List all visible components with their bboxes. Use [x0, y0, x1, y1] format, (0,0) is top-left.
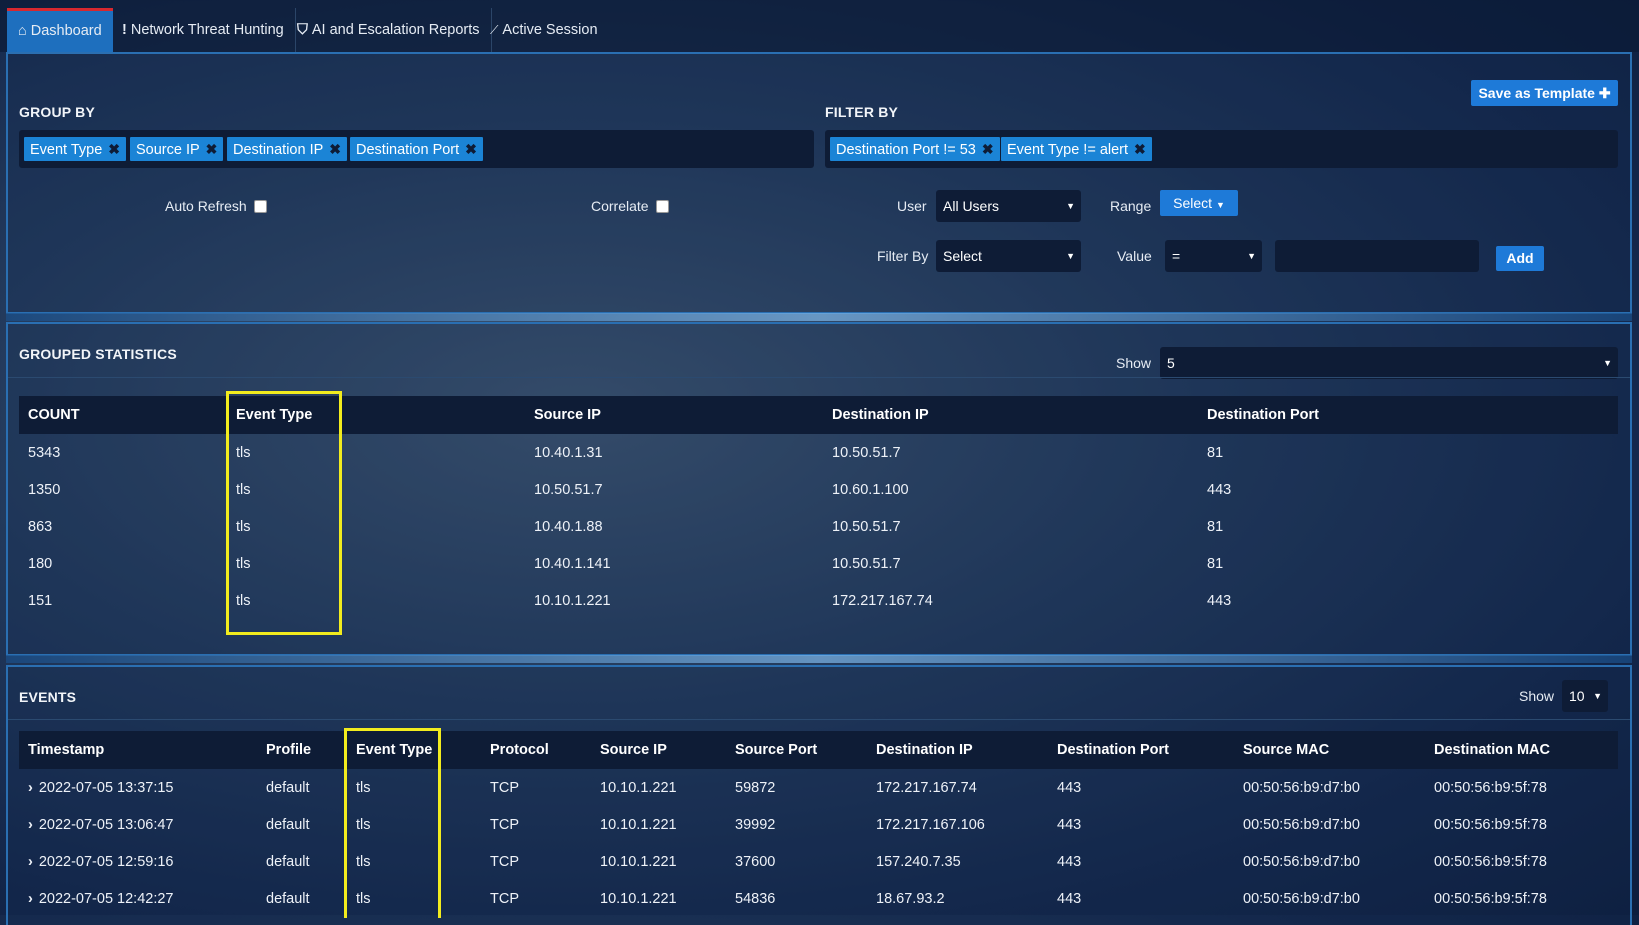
caret-down-icon: ▼ [1215, 200, 1225, 210]
filter-by-tags[interactable]: Destination Port != 53 ✖ Event Type != al… [825, 130, 1618, 168]
group-tag: Destination IP ✖ [227, 137, 348, 161]
table-row[interactable]: 180 tls 10.40.1.141 10.50.51.7 81 [19, 545, 1618, 582]
column-header[interactable]: COUNT [19, 396, 227, 434]
remove-tag-icon[interactable]: ✖ [1134, 141, 1146, 157]
table-row[interactable]: 5343 tls 10.40.1.31 10.50.51.7 81 [19, 434, 1618, 471]
save-template-button[interactable]: Save as Template ✚ [1471, 80, 1618, 106]
column-header[interactable]: Source IP [525, 396, 823, 434]
remove-tag-icon[interactable]: ✖ [108, 141, 120, 157]
events-show-label: Show [1519, 688, 1555, 704]
user-select[interactable]: All Users ▼ [936, 190, 1081, 222]
remove-tag-icon[interactable]: ✖ [982, 141, 994, 157]
grouped-show-label: Show [1116, 355, 1152, 371]
column-header[interactable]: Source Port [726, 731, 867, 769]
column-header[interactable]: Source IP [591, 731, 726, 769]
column-header[interactable]: Event Type [347, 731, 481, 769]
events-title: EVENTS [19, 689, 77, 705]
auto-refresh-label: Auto Refresh [165, 198, 247, 214]
caret-down-icon: ▼ [1066, 201, 1075, 211]
table-row[interactable]: › 2022-07-05 12:42:27 default tls TCP 10.10.1… [19, 880, 1618, 917]
shield-icon: ⛉ [297, 22, 308, 38]
tab-network-threat-hunting[interactable]: ! Network Threat Hunting [111, 8, 296, 52]
value-label: Value [1117, 248, 1152, 264]
chevron-right-icon[interactable]: › [28, 780, 33, 796]
add-filter-button[interactable]: Add [1496, 246, 1544, 271]
filter-by-label: FILTER BY [825, 104, 899, 120]
group-by-tags[interactable]: Event Type ✖ Source IP ✖ Destination IP ✖ D… [19, 130, 814, 168]
divider [8, 719, 1630, 720]
remove-tag-icon[interactable]: ✖ [329, 141, 341, 157]
column-header[interactable]: Destination MAC [1425, 731, 1618, 769]
tab-ai-escalation-reports[interactable]: ⛉ AI and Escalation Reports [286, 8, 492, 52]
tab-dashboard[interactable]: ⌂ Dashboard [7, 8, 113, 52]
column-header[interactable]: Protocol [481, 731, 591, 769]
top-nav: ⌂ Dashboard ! Network Threat Hunting ⛉ AI a… [0, 0, 1639, 52]
chevron-right-icon[interactable]: › [28, 854, 33, 870]
column-header[interactable]: Destination IP [823, 396, 1198, 434]
table-row[interactable]: › 2022-07-05 12:59:16 default tls TCP 10.10.1… [19, 843, 1618, 880]
table-header: COUNT Event Type Source IP Destination I… [19, 396, 1618, 434]
column-header[interactable]: Destination Port [1048, 731, 1234, 769]
operator-select[interactable]: = ▼ [1165, 240, 1262, 272]
caret-down-icon: ▼ [1593, 691, 1602, 701]
divider [6, 655, 1632, 663]
group-tag: Source IP ✖ [130, 137, 224, 161]
column-header[interactable]: Destination Port [1198, 396, 1618, 434]
chevron-right-icon[interactable]: › [28, 891, 33, 907]
group-tag: Destination Port ✖ [350, 137, 483, 161]
range-select-button[interactable]: Select ▼ [1160, 190, 1238, 216]
filter-tag: Event Type != alert ✖ [1001, 137, 1152, 161]
grouped-statistics-table: COUNT Event Type Source IP Destination I… [19, 396, 1618, 619]
correlate-label: Correlate [591, 198, 649, 214]
filter-field-select[interactable]: Select ▼ [936, 240, 1081, 272]
table-row[interactable]: 863 tls 10.40.1.88 10.50.51.7 81 [19, 508, 1618, 545]
group-by-label: GROUP BY [19, 104, 96, 120]
table-header: Timestamp Profile Event Type Protocol So… [19, 731, 1618, 769]
table-row[interactable]: 151 tls 10.10.1.221 172.217.167.74 443 [19, 582, 1618, 619]
column-header[interactable]: Timestamp [19, 731, 257, 769]
caret-down-icon: ▼ [1247, 251, 1256, 261]
column-header[interactable]: Source MAC [1234, 731, 1425, 769]
range-label: Range [1110, 198, 1152, 214]
divider [8, 377, 1630, 378]
remove-tag-icon[interactable]: ✖ [206, 141, 218, 157]
user-label: User [897, 198, 927, 214]
events-show-select[interactable]: 10 ▼ [1562, 680, 1608, 712]
filter-by-field-label: Filter By [877, 248, 929, 264]
auto-refresh-checkbox[interactable] [254, 200, 267, 213]
remove-tag-icon[interactable]: ✖ [465, 141, 477, 157]
table-row[interactable]: 1350 tls 10.50.51.7 10.60.1.100 443 [19, 471, 1618, 508]
query-builder-panel [6, 52, 1632, 314]
filter-tag: Destination Port != 53 ✖ [830, 137, 1000, 161]
caret-down-icon: ▼ [1603, 358, 1612, 368]
grouped-show-select[interactable]: 5 ▼ [1160, 347, 1618, 379]
divider [6, 313, 1632, 321]
column-header[interactable]: Profile [257, 731, 347, 769]
caret-down-icon: ▼ [1066, 251, 1075, 261]
grouped-statistics-title: GROUPED STATISTICS [19, 346, 177, 362]
home-icon: ⌂ [18, 23, 27, 39]
column-header[interactable]: Destination IP [867, 731, 1048, 769]
group-tag: Event Type ✖ [24, 137, 127, 161]
filter-value-input[interactable] [1275, 240, 1479, 272]
table-row[interactable]: › 2022-07-05 13:06:47 default tls TCP 10.10.1… [19, 806, 1618, 843]
column-header[interactable]: Event Type [227, 396, 525, 434]
tab-active-session[interactable]: ⟋ Active Session [479, 8, 609, 52]
chevron-right-icon[interactable]: › [28, 817, 33, 833]
table-row[interactable]: › 2022-07-05 13:37:15 default tls TCP 10.10.1… [19, 769, 1618, 806]
events-table: Timestamp Profile Event Type Protocol So… [19, 731, 1618, 917]
correlate-checkbox[interactable] [656, 200, 669, 213]
line-chart-icon: ⟋ [490, 23, 499, 37]
exclamation-icon: ! [122, 22, 127, 38]
